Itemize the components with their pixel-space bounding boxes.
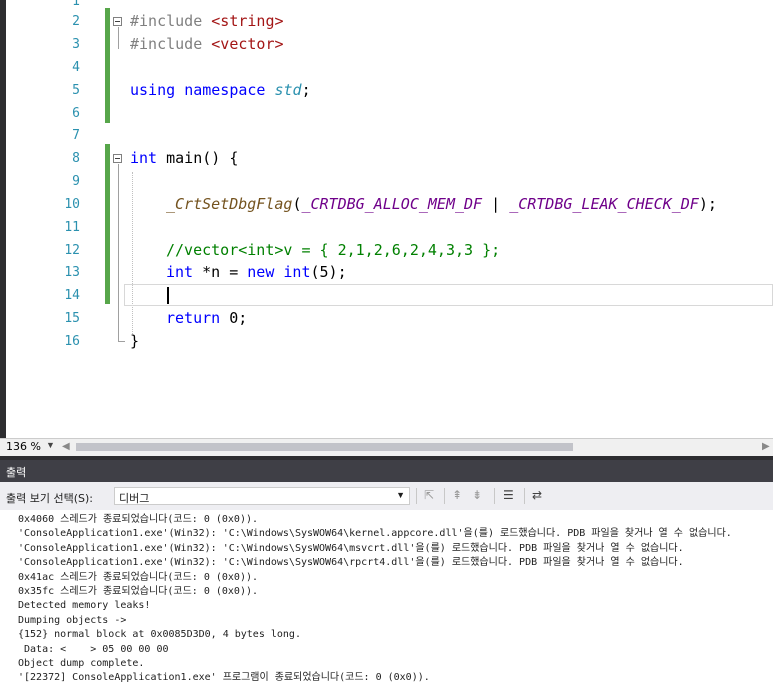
line-number: 5	[72, 83, 80, 98]
line-number: 9	[72, 174, 80, 189]
preprocessor-directive: #include	[130, 35, 203, 53]
previous-message-icon[interactable]: ⇞	[452, 488, 462, 502]
keyword: new	[247, 263, 275, 281]
line-number: 2	[72, 14, 80, 29]
namespace-name: std	[274, 81, 302, 99]
output-line: Data: < > 05 00 00 00	[18, 643, 169, 655]
word-wrap-icon[interactable]: ⇄	[532, 488, 542, 502]
preprocessor-directive: #include	[130, 12, 203, 30]
line-number: 3	[72, 37, 80, 52]
keyword: return	[166, 309, 221, 327]
output-line: Detected memory leaks!	[18, 600, 151, 612]
output-line: Dumping objects ->	[18, 614, 127, 626]
output-source-label: 출력 보기 선택(S):	[6, 492, 93, 505]
line-number: 15	[64, 311, 80, 326]
outline-guide-line	[118, 27, 119, 49]
function-signature: main() {	[157, 149, 239, 167]
next-message-icon[interactable]: ⇟	[472, 488, 482, 502]
line-number: 4	[72, 60, 80, 75]
output-line: 0x41ac 스레드가 종료되었습니다(코드: 0 (0x0)).	[18, 571, 259, 583]
line-number: 8	[72, 151, 80, 166]
keyword: using	[130, 81, 176, 99]
code-line-8: int main() {	[130, 147, 238, 170]
collapse-toggle-icon[interactable]	[113, 17, 122, 26]
horizontal-scrollbar-thumb[interactable]	[76, 443, 573, 451]
keyword: namespace	[184, 81, 266, 99]
line-number: 11	[64, 220, 80, 235]
line-number: 7	[72, 128, 80, 143]
line-number: 14	[64, 288, 80, 303]
line-number: 12	[64, 243, 80, 258]
zoom-level[interactable]: 136 %	[6, 440, 41, 453]
include-target: <string>	[211, 12, 284, 30]
punctuation: );	[698, 195, 717, 213]
output-line: '[22372] ConsoleApplication1.exe' 프로그램이 …	[18, 672, 430, 684]
macro-name: _CRTDBG_LEAK_CHECK_DF	[509, 195, 699, 213]
output-toolbar: 출력 보기 선택(S): 디버그 ▼ ⇱ ⇞ ⇟ ☰ ⇄	[0, 482, 773, 510]
output-line: Object dump complete.	[18, 658, 145, 669]
clear-all-icon[interactable]: ☰	[503, 488, 514, 502]
output-line: 'ConsoleApplication1.exe'(Win32): 'C:\Wi…	[18, 528, 732, 540]
output-line: 0x4060 스레드가 종료되었습니다(코드: 0 (0x0)).	[18, 514, 259, 525]
punctuation: ;	[301, 81, 311, 99]
function-name: _CrtSetDbgFlag	[166, 195, 293, 213]
chevron-down-icon: ▼	[396, 490, 405, 500]
text-caret	[167, 287, 169, 304]
code-text: *n =	[193, 263, 248, 281]
current-line-highlight	[124, 284, 773, 306]
code-line-2: #include <string>	[130, 10, 284, 33]
outline-guide-line	[118, 164, 119, 342]
code-line-15: return 0;	[166, 307, 247, 330]
toolbar-separator	[494, 488, 495, 504]
line-number: 10	[64, 197, 80, 212]
breakpoint-margin[interactable]	[6, 0, 34, 438]
toolbar-separator	[444, 488, 445, 504]
output-panel-title: 출력	[6, 466, 27, 479]
output-source-dropdown[interactable]: 디버그 ▼	[114, 487, 410, 505]
operator: |	[482, 195, 510, 213]
code-editor[interactable]: 1 2 3 4 5 6 7 8 9 10 11 12 13 14 15 16 #…	[0, 0, 773, 438]
editor-status-bar: 136 % ▼ ◀ ▶	[0, 438, 773, 456]
change-indicator-bar	[105, 144, 110, 304]
line-number: 13	[64, 265, 80, 280]
chevron-down-icon[interactable]: ▼	[46, 440, 55, 450]
keyword: int	[166, 263, 194, 281]
collapse-toggle-icon[interactable]	[113, 154, 122, 163]
code-line-12: //vector<int>v = { 2,1,2,6,2,4,3,3 };	[166, 241, 501, 259]
outline-guide-end	[118, 341, 125, 342]
indent-guide	[132, 172, 133, 334]
output-panel-title-bar: 출력	[0, 460, 773, 482]
output-line: 'ConsoleApplication1.exe'(Win32): 'C:\Wi…	[18, 542, 684, 554]
code-line-3: #include <vector>	[130, 33, 284, 56]
code-text: 0;	[220, 309, 248, 327]
find-message-icon[interactable]: ⇱	[424, 488, 434, 502]
change-indicator-bar	[105, 8, 110, 123]
code-line-13: int *n = new int(5);	[166, 261, 347, 284]
line-numbers: 1 2 3 4 5 6 7 8 9 10 11 12 13 14 15 16	[34, 0, 80, 438]
keyword: int	[130, 149, 158, 167]
code-line-16: }	[130, 332, 140, 350]
toolbar-separator	[416, 488, 417, 504]
scroll-right-icon[interactable]: ▶	[762, 441, 770, 452]
macro-name: _CRTDBG_ALLOC_MEM_DF	[301, 195, 483, 213]
code-line-5: using namespace std;	[130, 79, 311, 102]
output-source-value: 디버그	[119, 492, 150, 505]
output-line: {152} normal block at 0x0085D3D0, 4 byte…	[18, 629, 301, 641]
include-target: <vector>	[211, 35, 284, 53]
line-number: 6	[72, 106, 80, 121]
output-line: 0x35fc 스레드가 종료되었습니다(코드: 0 (0x0)).	[18, 586, 259, 597]
scroll-left-icon[interactable]: ◀	[62, 441, 70, 452]
code-text: (5);	[310, 263, 347, 281]
line-number: 16	[64, 334, 80, 349]
output-text-area[interactable]: 0x4060 스레드가 종료되었습니다(코드: 0 (0x0)). 'Conso…	[0, 510, 773, 693]
output-line: 'ConsoleApplication1.exe'(Win32): 'C:\Wi…	[18, 557, 684, 569]
keyword: int	[283, 263, 311, 281]
code-line-10: _CrtSetDbgFlag(_CRTDBG_ALLOC_MEM_DF | _C…	[166, 193, 717, 216]
toolbar-separator	[524, 488, 525, 504]
